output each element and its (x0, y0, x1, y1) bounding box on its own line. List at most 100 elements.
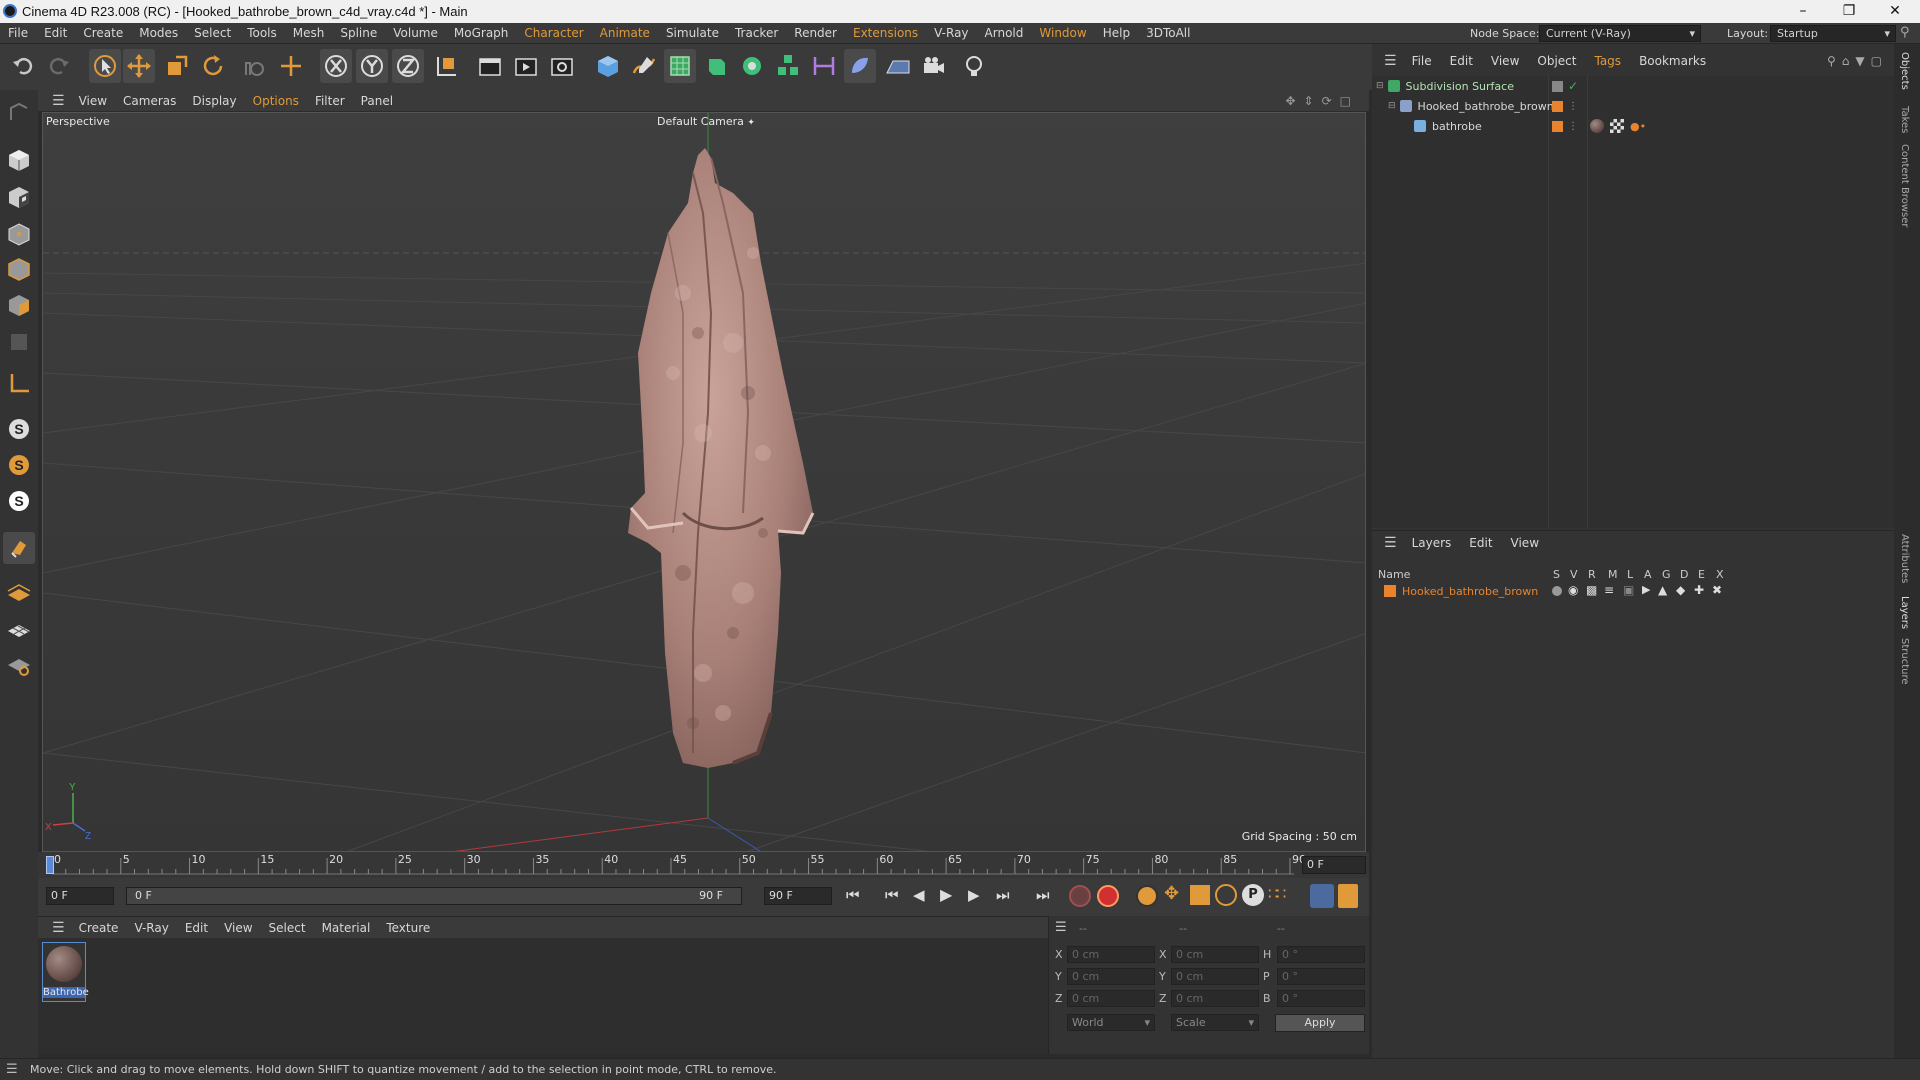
menu-vray[interactable]: V-Ray (926, 26, 976, 40)
previous-key-icon[interactable]: ⏮ (885, 886, 899, 904)
search-icon[interactable]: ⚲ (1900, 25, 1910, 40)
tab-objects[interactable]: Objects (1899, 52, 1910, 90)
size-mode-select[interactable]: Scale ▾ (1171, 1014, 1259, 1031)
position-y-field[interactable]: 0 cm (1067, 968, 1155, 985)
xref-icon[interactable]: ✖ (1712, 583, 1722, 597)
rotation-p-field[interactable]: 0 ° (1277, 968, 1365, 985)
menu-volume[interactable]: Volume (385, 26, 446, 40)
menu-render[interactable]: Render (786, 26, 845, 40)
collapse-icon[interactable]: ⊟ (1376, 81, 1384, 91)
previous-frame-icon[interactable]: ◀ (913, 886, 925, 904)
timeline-layout-icon[interactable] (1338, 884, 1358, 908)
hamburger-icon[interactable]: ☰ (46, 93, 71, 109)
menu-window[interactable]: Window (1031, 26, 1094, 40)
viewport-menu-options[interactable]: Options (245, 94, 307, 108)
next-frame-icon[interactable]: ▶ (968, 886, 980, 904)
snap-s-orange-icon[interactable]: S (3, 449, 35, 481)
menu-3dtoall[interactable]: 3DToAll (1138, 26, 1198, 40)
size-z-field[interactable]: 0 cm (1171, 990, 1259, 1007)
layer-color-icon[interactable] (1552, 100, 1563, 112)
viewport-menu-panel[interactable]: Panel (353, 94, 401, 108)
object-menu-object[interactable]: Object (1528, 54, 1585, 68)
uvw-tag-icon[interactable] (1610, 119, 1624, 133)
collapse-icon[interactable]: ⊟ (1388, 101, 1396, 111)
hamburger-icon[interactable]: ☰ (6, 1062, 18, 1077)
object-row-hooked-bathrobe-brown[interactable]: ⊟ Hooked_bathrobe_brown ⋮ (1372, 96, 1894, 116)
menu-mograph[interactable]: MoGraph (446, 26, 517, 40)
layer-menu-edit[interactable]: Edit (1460, 536, 1501, 550)
object-menu-edit[interactable]: Edit (1441, 54, 1482, 68)
visibility-dots-icon[interactable]: ⋮ (1568, 101, 1578, 112)
next-key-icon[interactable]: ⏭ (996, 886, 1010, 904)
timeline-ruler[interactable]: 0 5 10 15 20 25 30 35 40 45 50 55 60 65 70 75 80 85 90 0 F (38, 852, 1369, 878)
magnet-icon[interactable] (3, 532, 35, 564)
object-list[interactable]: ⊟ Subdivision Surface ✓ ⊟ Hooked_bathrob… (1372, 76, 1894, 528)
menu-modes[interactable]: Modes (131, 26, 186, 40)
lock-icon[interactable]: ▣ (1623, 583, 1634, 597)
animation-icon[interactable]: ▶ (1642, 583, 1650, 596)
layout-select[interactable]: Startup ▾ (1770, 25, 1896, 42)
viewport-menu-cameras[interactable]: Cameras (115, 94, 184, 108)
go-to-end-icon[interactable]: ⏭ (1036, 886, 1050, 904)
tab-attributes[interactable]: Attributes (1899, 534, 1910, 583)
3d-viewport[interactable]: Y X Z Perspective Default Camera ✦ Grid … (42, 112, 1366, 852)
y-axis-icon[interactable] (356, 49, 388, 83)
motion-system-icon[interactable] (1310, 884, 1334, 908)
size-x-field[interactable]: 0 cm (1171, 946, 1259, 963)
restore-button[interactable]: ❐ (1826, 0, 1872, 23)
live-selection-icon[interactable] (237, 49, 269, 83)
snap-s-white-icon[interactable]: S (3, 485, 35, 517)
material-menu-view[interactable]: View (216, 921, 260, 935)
rotate-icon[interactable] (197, 49, 229, 83)
cube-object-icon[interactable] (592, 49, 624, 83)
cloner-icon[interactable] (736, 49, 768, 83)
key-parameter-icon[interactable]: P (1242, 884, 1264, 906)
edge-mode-icon[interactable] (3, 253, 35, 285)
hamburger-icon[interactable]: ☰ (46, 920, 71, 936)
material-menu-create[interactable]: Create (71, 921, 127, 935)
material-menu-material[interactable]: Material (314, 921, 379, 935)
coord-system-select[interactable]: World ▾ (1067, 1014, 1155, 1031)
material-swatch[interactable]: Bathrobe (42, 942, 89, 1002)
position-x-field[interactable]: 0 cm (1067, 946, 1155, 963)
render-icon[interactable]: ▩ (1586, 583, 1597, 597)
record-keys-icon[interactable] (1069, 885, 1091, 907)
hamburger-icon[interactable]: ☰ (1378, 53, 1403, 69)
rotation-b-field[interactable]: 0 ° (1277, 990, 1365, 1007)
layer-menu-layers[interactable]: Layers (1403, 536, 1461, 550)
select-arrow-icon[interactable] (89, 49, 121, 83)
object-menu-bookmarks[interactable]: Bookmarks (1630, 54, 1715, 68)
material-manager[interactable]: Bathrobe (38, 938, 1048, 1054)
rotation-h-field[interactable]: 0 ° (1277, 946, 1365, 963)
viewport-menu-filter[interactable]: Filter (307, 94, 353, 108)
extrude-icon[interactable] (700, 49, 732, 83)
tab-structure[interactable]: Structure (1899, 638, 1910, 685)
layer-color-swatch[interactable] (1384, 585, 1396, 597)
tab-content-browser[interactable]: Content Browser (1899, 144, 1910, 227)
polygon-mode-icon[interactable] (3, 289, 35, 321)
coordinate-system-icon[interactable] (430, 49, 462, 83)
viewport-menu-display[interactable]: Display (184, 94, 244, 108)
start-frame-field[interactable]: 0 F (46, 887, 114, 905)
workplane-icon[interactable] (3, 576, 35, 608)
render-settings-icon[interactable] (546, 49, 578, 83)
render-view-icon[interactable] (474, 49, 506, 83)
layer-row[interactable]: Hooked_bathrobe_brown ◉ ▩ ≡ ▣ ▶ ▲ ◆ ✚ ✖ (1372, 583, 1894, 601)
viewport-menu-view[interactable]: View (71, 94, 115, 108)
apply-button[interactable]: Apply (1275, 1014, 1365, 1032)
key-scale-icon[interactable] (1190, 885, 1210, 905)
redo-icon[interactable] (42, 49, 74, 83)
render-picture-viewer-icon[interactable] (510, 49, 542, 83)
tab-layers[interactable]: Layers (1899, 596, 1910, 629)
menu-create[interactable]: Create (75, 26, 131, 40)
minimize-button[interactable]: – (1780, 0, 1826, 23)
keyframe-selection-icon[interactable] (1136, 885, 1158, 907)
layer-color-icon[interactable] (1552, 120, 1563, 132)
current-frame-field[interactable]: 0 F (1302, 856, 1366, 874)
expression-icon[interactable]: ✚ (1694, 583, 1704, 597)
field-icon[interactable] (844, 49, 876, 83)
subdivision-surface-icon[interactable] (664, 49, 696, 83)
camera-icon[interactable] (918, 49, 950, 83)
key-rotation-icon[interactable] (1215, 884, 1237, 906)
vray-tag-icon[interactable]: ●• (1630, 120, 1646, 133)
